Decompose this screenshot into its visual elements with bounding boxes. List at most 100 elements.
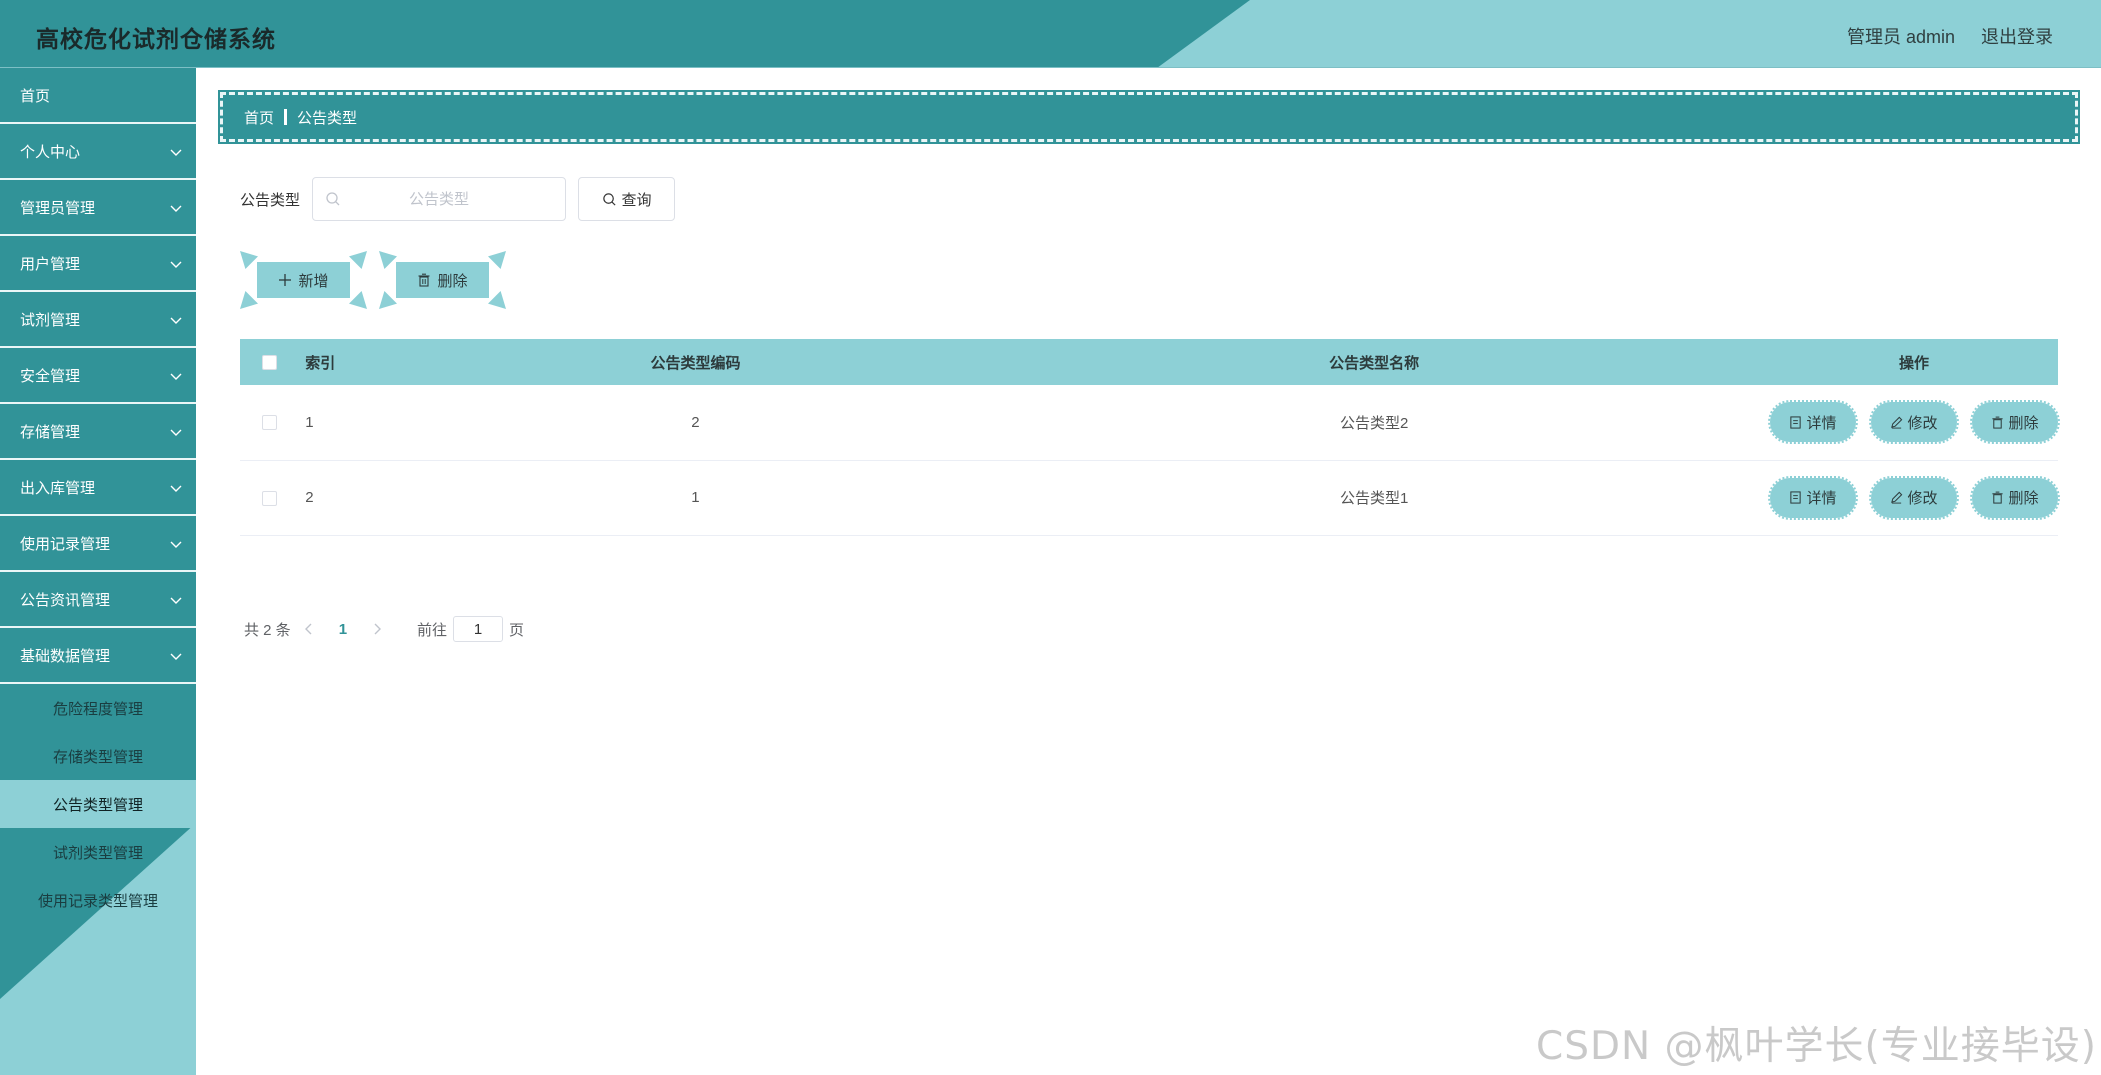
add-button[interactable]: 新增 [240, 251, 367, 309]
sidebar-item-inout[interactable]: 出入库管理 [0, 460, 196, 516]
delete-button-label: 删除 [2008, 490, 2039, 507]
chevron-right-icon[interactable] [369, 621, 385, 637]
corner-decoration [488, 291, 506, 309]
add-button-label: 新增 [298, 272, 329, 290]
cell-code: 1 [412, 460, 979, 536]
cell-name: 公告类型2 [978, 385, 1770, 461]
header-dark-band [0, 0, 1250, 67]
sidebar-item-label: 出入库管理 [20, 479, 96, 497]
query-button[interactable]: 查询 [578, 177, 676, 221]
sidebar-item-label: 首页 [20, 87, 51, 105]
chevron-down-icon [170, 429, 182, 436]
csdn-watermark: CSDN @枫叶学长(专业接毕设) [1535, 1024, 2097, 1069]
sidebar-item-announcements[interactable]: 公告资讯管理 [0, 572, 196, 628]
cell-name: 公告类型1 [978, 460, 1770, 536]
select-all-checkbox[interactable] [262, 355, 278, 371]
pagination-total: 共 2 条 [244, 621, 291, 639]
pagination-goto-input[interactable] [453, 616, 504, 642]
edit-button[interactable]: 修改 [1869, 400, 1959, 445]
corner-decoration [240, 251, 258, 269]
document-icon [1790, 416, 1802, 429]
search-icon [602, 192, 616, 206]
sidebar-item-label: 使用记录管理 [20, 535, 111, 553]
row-check-cell [240, 385, 300, 461]
chevron-down-icon [170, 541, 182, 548]
logout-link[interactable]: 退出登录 [1981, 23, 2053, 49]
sidebar-subitem-reagent-type[interactable]: 试剂类型管理 [0, 828, 196, 876]
sidebar-subitem-danger-level[interactable]: 危险程度管理 [0, 684, 196, 732]
cell-index: 1 [299, 385, 413, 461]
edit-button-label: 修改 [1907, 490, 1938, 507]
header-ops: 操作 [1770, 339, 2058, 385]
detail-button-label: 详情 [1806, 414, 1837, 432]
table-row: 2 1 公告类型1 详情 修改 删除 [240, 460, 2060, 536]
delete-button[interactable]: 删除 [1970, 475, 2060, 520]
corner-decoration [240, 291, 258, 309]
trash-icon [1992, 416, 2004, 429]
batch-delete-button-label: 删除 [437, 272, 468, 290]
sidebar-item-label: 存储管理 [20, 423, 81, 441]
detail-button[interactable]: 详情 [1768, 475, 1858, 520]
search-input-wrapper [312, 177, 567, 221]
action-buttons: 新增 删除 [240, 251, 506, 309]
sidebar-subitem-announcement-type[interactable]: 公告类型管理 [0, 780, 196, 828]
batch-delete-button-body: 删除 [396, 262, 489, 298]
sidebar-item-safety[interactable]: 安全管理 [0, 348, 196, 404]
sidebar-item-label: 基础数据管理 [20, 647, 111, 665]
row-checkbox[interactable] [262, 415, 278, 431]
row-actions: 详情 修改 删除 [1768, 400, 2060, 445]
header-name: 公告类型名称 [978, 339, 1770, 385]
detail-button-label: 详情 [1806, 490, 1837, 507]
sidebar-subitem-usage-record-type[interactable]: 使用记录类型管理 [0, 876, 196, 924]
pagination: 共 2 条 1 前往 页 [244, 616, 524, 642]
sidebar-item-home[interactable]: 首页 [0, 68, 196, 124]
sidebar-item-label: 公告资讯管理 [20, 591, 111, 609]
user-label[interactable]: 管理员 admin [1847, 23, 1955, 49]
sidebar-menu: 首页 个人中心 管理员管理 用户管理 试剂管理 安全管理 存储管理 出入库管理 … [0, 68, 196, 924]
app-root: 高校危化试剂仓储系统 管理员 admin 退出登录 首页 个人中心 管理员管理 … [0, 0, 2101, 1075]
sidebar-item-label: 个人中心 [20, 143, 81, 161]
chevron-down-icon [170, 205, 182, 212]
sidebar-item-reagents[interactable]: 试剂管理 [0, 292, 196, 348]
breadcrumb-home[interactable]: 首页 [244, 107, 274, 128]
row-checkbox[interactable] [262, 490, 278, 506]
cell-code: 2 [412, 385, 979, 461]
delete-button-label: 删除 [2008, 414, 2039, 432]
sidebar-item-label: 用户管理 [20, 255, 81, 273]
plus-icon [279, 274, 292, 286]
header-index: 索引 [299, 339, 413, 385]
sidebar-item-admins[interactable]: 管理员管理 [0, 180, 196, 236]
sidebar-item-profile[interactable]: 个人中心 [0, 124, 196, 180]
delete-button[interactable]: 删除 [1970, 400, 2060, 445]
sidebar-item-storage[interactable]: 存储管理 [0, 404, 196, 460]
chevron-down-icon [170, 149, 182, 156]
sidebar-subitem-storage-type[interactable]: 存储类型管理 [0, 732, 196, 780]
sidebar-item-label: 试剂管理 [20, 311, 81, 329]
search-input[interactable] [313, 178, 566, 220]
breadcrumb: 首页 公告类型 [218, 90, 2080, 144]
search-icon [326, 192, 340, 206]
detail-button[interactable]: 详情 [1768, 400, 1858, 445]
row-check-cell [240, 460, 300, 536]
edit-pencil-icon [1891, 491, 1903, 504]
edit-button-label: 修改 [1907, 414, 1938, 432]
chevron-down-icon [170, 373, 182, 380]
trash-icon [418, 273, 430, 287]
chevron-down-icon [170, 261, 182, 268]
corner-decoration [349, 251, 367, 269]
header-select-all-cell [240, 339, 300, 385]
pagination-page-current[interactable]: 1 [339, 621, 347, 638]
sidebar-item-users[interactable]: 用户管理 [0, 236, 196, 292]
breadcrumb-separator [284, 109, 288, 125]
corner-decoration [488, 251, 506, 269]
sidebar-item-base-data[interactable]: 基础数据管理 [0, 628, 196, 684]
chevron-up-icon [170, 653, 182, 660]
cell-index: 2 [299, 460, 413, 536]
sidebar-item-usage-records[interactable]: 使用记录管理 [0, 516, 196, 572]
search-form: 公告类型 查询 [240, 177, 676, 221]
batch-delete-button[interactable]: 删除 [379, 251, 506, 309]
edit-button[interactable]: 修改 [1869, 475, 1959, 520]
chevron-left-icon[interactable] [301, 621, 317, 637]
header-code: 公告类型编码 [412, 339, 979, 385]
sidebar-item-label: 管理员管理 [20, 199, 96, 217]
